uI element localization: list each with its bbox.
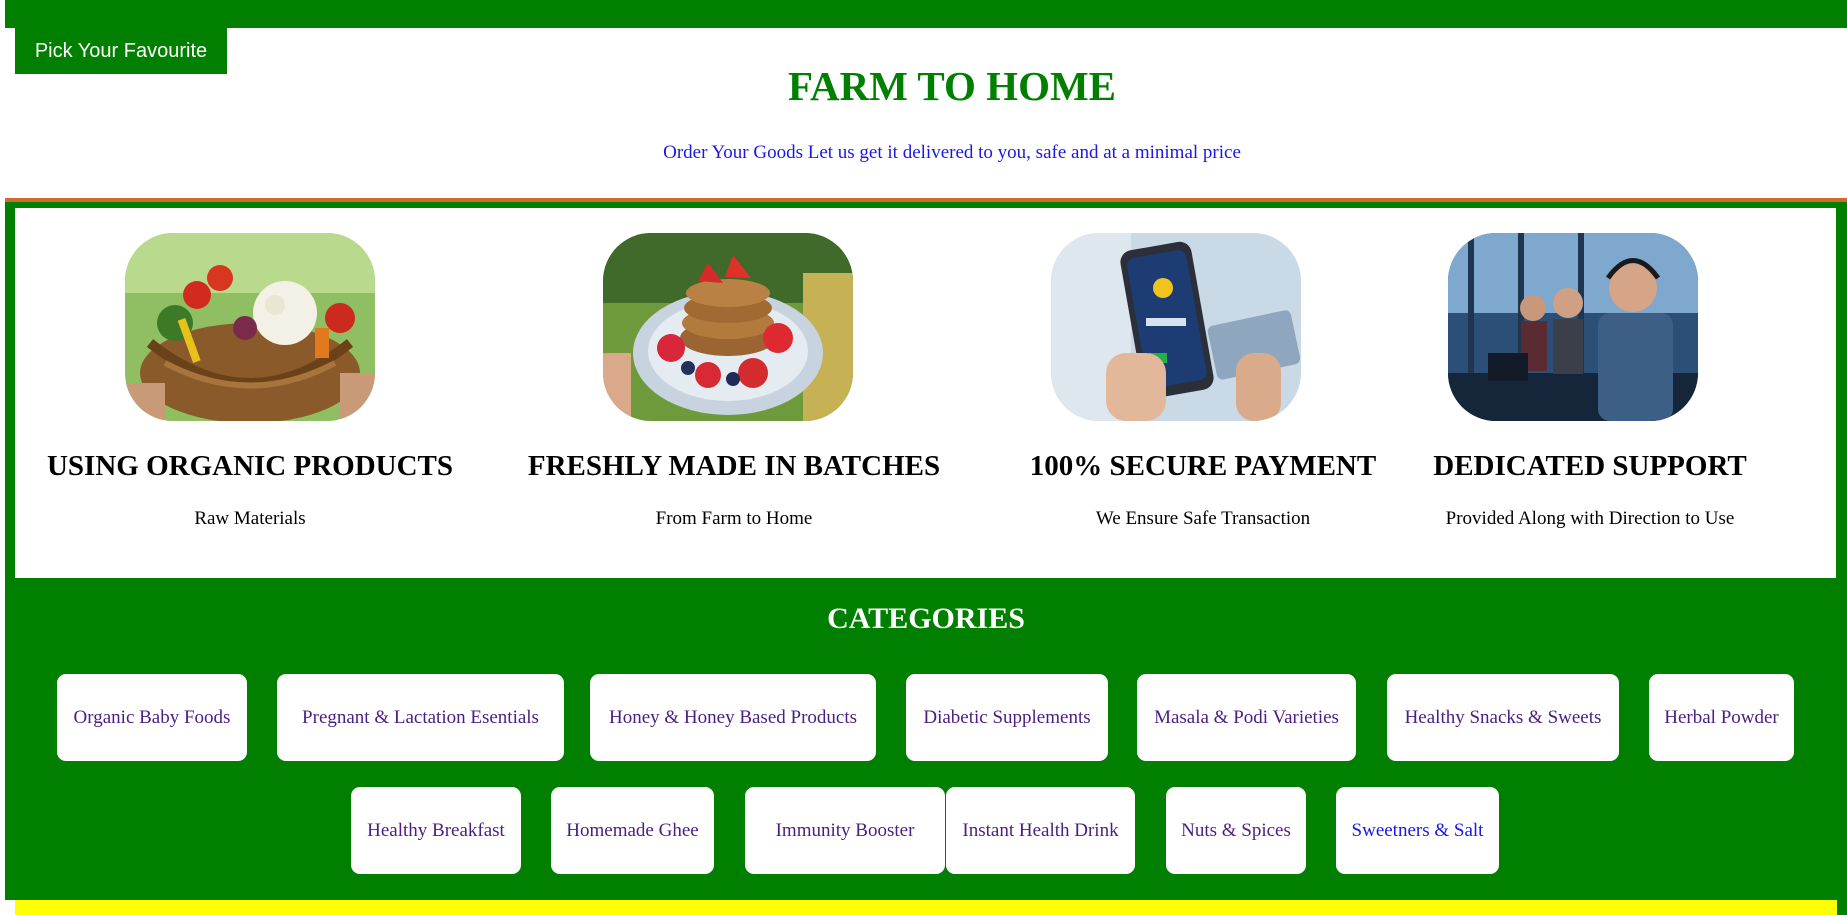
header-panel (5, 28, 1847, 198)
category-nuts-spices[interactable]: Nuts & Spices (1166, 787, 1306, 874)
feature-title: 100% SECURE PAYMENT (1029, 450, 1377, 482)
category-sweetners-salt[interactable]: Sweetners & Salt (1336, 787, 1499, 874)
pancakes-image (603, 233, 853, 421)
categories-section: CATEGORIES Organic Baby Foods Pregnant &… (5, 578, 1847, 900)
site-subtitle: Order Your Goods Let us get it delivered… (663, 142, 1241, 163)
support-team-image (1448, 233, 1698, 421)
page: Pick Your Favourite FARM TO HOME Order Y… (0, 0, 1847, 915)
category-herbal-powder[interactable]: Herbal Powder (1649, 674, 1794, 761)
category-immunity-booster[interactable]: Immunity Booster (745, 787, 945, 874)
category-instant-health-drink[interactable]: Instant Health Drink (946, 787, 1135, 874)
page-edge (0, 0, 5, 915)
category-pregnant-lactation[interactable]: Pregnant & Lactation Esentials (277, 674, 564, 761)
category-healthy-snacks[interactable]: Healthy Snacks & Sweets (1387, 674, 1619, 761)
category-diabetic-supplements[interactable]: Diabetic Supplements (906, 674, 1108, 761)
secure-payment-image (1051, 233, 1301, 421)
site-title: FARM TO HOME (788, 63, 1116, 109)
vegetable-basket-image (125, 233, 375, 421)
features-section: USING ORGANIC PRODUCTS Raw Materials FRE… (15, 208, 1836, 578)
category-honey[interactable]: Honey & Honey Based Products (590, 674, 876, 761)
category-homemade-ghee[interactable]: Homemade Ghee (551, 787, 714, 874)
feature-title: USING ORGANIC PRODUCTS (46, 450, 454, 482)
feature-title: DEDICATED SUPPORT (1433, 450, 1747, 482)
categories-title: CATEGORIES (827, 602, 1025, 635)
footer-strip (15, 900, 1837, 915)
feature-description: From Farm to Home (655, 508, 813, 529)
feature-description: We Ensure Safe Transaction (1095, 508, 1311, 529)
footer-edge (1837, 900, 1847, 915)
feature-title: FRESHLY MADE IN BATCHES (527, 450, 941, 482)
feature-description: Provided Along with Direction to Use (1445, 508, 1735, 529)
category-organic-baby-foods[interactable]: Organic Baby Foods (57, 674, 247, 761)
category-healthy-breakfast[interactable]: Healthy Breakfast (351, 787, 521, 874)
category-masala-podi[interactable]: Masala & Podi Varieties (1137, 674, 1356, 761)
feature-description: Raw Materials (194, 508, 306, 529)
